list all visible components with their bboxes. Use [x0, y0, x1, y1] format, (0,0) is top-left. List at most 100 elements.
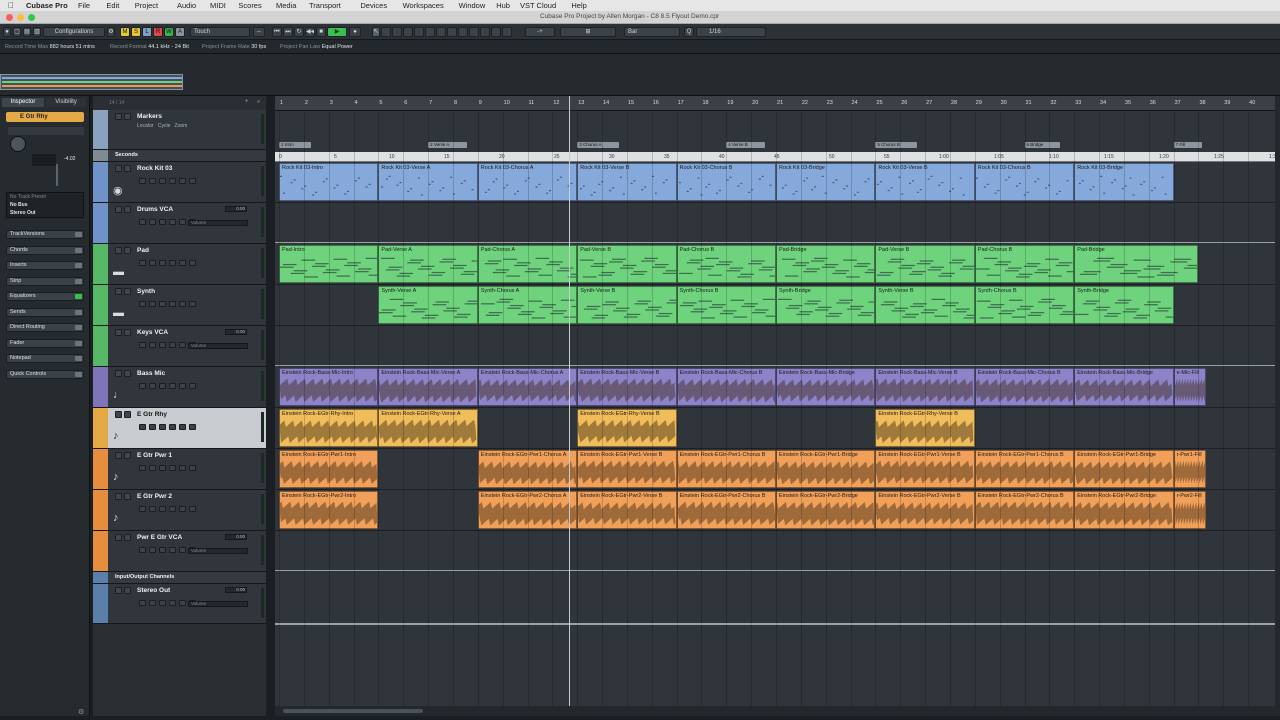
draw-tool-icon[interactable] — [469, 27, 479, 37]
solo-button[interactable] — [124, 370, 131, 377]
add-track-icon[interactable]: + — [245, 99, 249, 105]
read-automation-button[interactable] — [139, 219, 146, 225]
menu-midi[interactable]: MIDI — [210, 1, 226, 10]
menu-workspaces[interactable]: Workspaces — [403, 1, 444, 10]
write-automation-button[interactable] — [149, 178, 156, 184]
configurations-button[interactable]: Configurations — [43, 27, 105, 37]
mute-button[interactable] — [115, 206, 122, 213]
play-tool-icon[interactable] — [491, 27, 501, 37]
menu-devices[interactable]: Devices — [360, 1, 387, 10]
monitor-button[interactable] — [159, 301, 166, 307]
track-input-output-channels[interactable]: Input/Output Channels — [93, 572, 266, 584]
vertical-scrollbar[interactable] — [1275, 96, 1280, 716]
lane-button[interactable] — [179, 424, 186, 430]
menu-help[interactable]: Help — [571, 1, 586, 10]
tab-visibility[interactable]: Visibility — [46, 98, 86, 107]
track-seconds[interactable]: Seconds — [93, 150, 266, 162]
section-toggle-icon[interactable] — [75, 263, 82, 268]
constrain-delay-icon[interactable]: ▢ — [13, 27, 21, 37]
section-toggle-icon[interactable] — [75, 309, 82, 315]
nudge-buttons[interactable]: -+ — [525, 27, 555, 37]
record-enable-button[interactable] — [169, 465, 176, 471]
section-toggle-icon[interactable] — [75, 232, 82, 237]
monitor-button[interactable] — [159, 547, 166, 553]
volume-value[interactable]: 0.00 — [225, 587, 247, 593]
track-pad[interactable]: Pad ▬ — [93, 244, 266, 285]
mode-button-r[interactable]: R — [153, 27, 163, 37]
record-enable-button[interactable] — [169, 383, 176, 389]
auto-scroll-icon[interactable]: ⇔ — [253, 27, 265, 37]
time-warp-tool-icon[interactable] — [458, 27, 468, 37]
solo-button[interactable] — [124, 165, 131, 172]
lane-button[interactable] — [179, 547, 186, 553]
pan-knob[interactable] — [10, 136, 26, 152]
solo-button[interactable] — [124, 247, 131, 254]
write-automation-button[interactable] — [149, 219, 156, 225]
write-automation-button[interactable] — [149, 424, 156, 430]
app-menu[interactable]: Cubase Pro — [26, 1, 68, 10]
volume-field[interactable]: Volume — [188, 601, 248, 607]
mute-button[interactable] — [115, 493, 122, 500]
section-toggle-icon[interactable] — [75, 278, 82, 284]
marker-1[interactable]: 1 Intro — [279, 142, 311, 148]
mute-button[interactable] — [115, 113, 122, 120]
close-window-button[interactable] — [6, 14, 13, 21]
color-tool-icon[interactable] — [502, 27, 512, 37]
monitor-button[interactable] — [159, 506, 166, 512]
track-e-gtr-pwr-1[interactable]: E Gtr Pwr 1 ♪ — [93, 449, 266, 490]
mode-button-a[interactable]: A — [175, 27, 185, 37]
write-automation-button[interactable] — [149, 301, 156, 307]
grid-type-select[interactable]: Bar — [624, 27, 680, 37]
section-toggle-icon[interactable] — [75, 371, 82, 377]
inspector-track-name[interactable]: E Gtr Rhy — [6, 112, 84, 122]
play-icon[interactable]: ▶ — [327, 27, 347, 37]
solo-button[interactable] — [124, 493, 131, 500]
track-e-gtr-rhy[interactable]: E Gtr Rhy ♪ — [93, 408, 266, 449]
track-rock-kit-03[interactable]: Rock Kit 03 ◉ — [93, 162, 266, 203]
inspector-section-chords[interactable]: Chords — [6, 245, 84, 255]
inspector-track-buttons[interactable] — [8, 127, 84, 135]
inspector-fader[interactable] — [56, 164, 58, 186]
section-toggle-icon[interactable] — [75, 356, 82, 361]
inspector-section-trackversions[interactable]: TrackVersions — [6, 230, 84, 239]
tab-inspector[interactable]: Inspector — [2, 98, 44, 107]
monitor-button[interactable] — [159, 178, 166, 184]
track-keys-vca[interactable]: Keys VCA Volume 0.00 — [93, 326, 266, 367]
record-icon[interactable]: ● — [349, 27, 361, 37]
record-enable-button[interactable] — [169, 424, 176, 430]
mute-button[interactable] — [115, 165, 122, 172]
inspector-section-sends[interactable]: Sends — [6, 307, 84, 317]
apple-icon[interactable]:  — [8, 1, 14, 10]
inspector-section-inserts[interactable]: Inserts — [6, 261, 84, 270]
section-toggle-icon[interactable] — [75, 294, 82, 299]
automation-mode-select[interactable]: Touch — [190, 27, 250, 37]
menu-audio[interactable]: Audio — [177, 1, 196, 10]
window-layout-icon[interactable]: ▥ — [33, 27, 41, 37]
rewind-icon[interactable]: ◀◀ — [305, 27, 315, 37]
marker-2[interactable]: 2 Verse A — [428, 142, 467, 148]
mute-button[interactable] — [115, 452, 122, 459]
solo-button[interactable] — [124, 452, 131, 459]
event-clip[interactable]: r-Pwr1-Fill — [1173, 450, 1206, 488]
record-enable-button[interactable] — [169, 260, 176, 266]
section-toggle-icon[interactable] — [75, 247, 82, 253]
write-automation-button[interactable] — [149, 342, 156, 348]
edit-button[interactable] — [189, 301, 196, 307]
lane-button[interactable] — [179, 219, 186, 225]
track-preset-select[interactable]: No Track Preset — [10, 194, 46, 200]
layout-icon[interactable]: ▤ — [23, 27, 31, 37]
quantize-preset-select[interactable]: 1/16 — [696, 27, 766, 37]
solo-button[interactable] — [124, 329, 131, 336]
search-icon[interactable]: ⌕ — [257, 99, 260, 106]
read-automation-button[interactable] — [139, 342, 146, 348]
menu-media[interactable]: Media — [276, 1, 296, 10]
solo-button[interactable] — [124, 113, 131, 120]
record-enable-button[interactable] — [169, 506, 176, 512]
track-e-gtr-pwr-2[interactable]: E Gtr Pwr 2 ♪ — [93, 490, 266, 531]
lane-button[interactable] — [179, 600, 186, 606]
go-to-next-icon[interactable]: ⏭ — [283, 27, 293, 37]
solo-button[interactable] — [124, 587, 131, 594]
marker-controls[interactable]: Locator Cycle Zoom — [137, 123, 187, 129]
record-enable-button[interactable] — [169, 600, 176, 606]
mute-button[interactable] — [115, 411, 122, 418]
